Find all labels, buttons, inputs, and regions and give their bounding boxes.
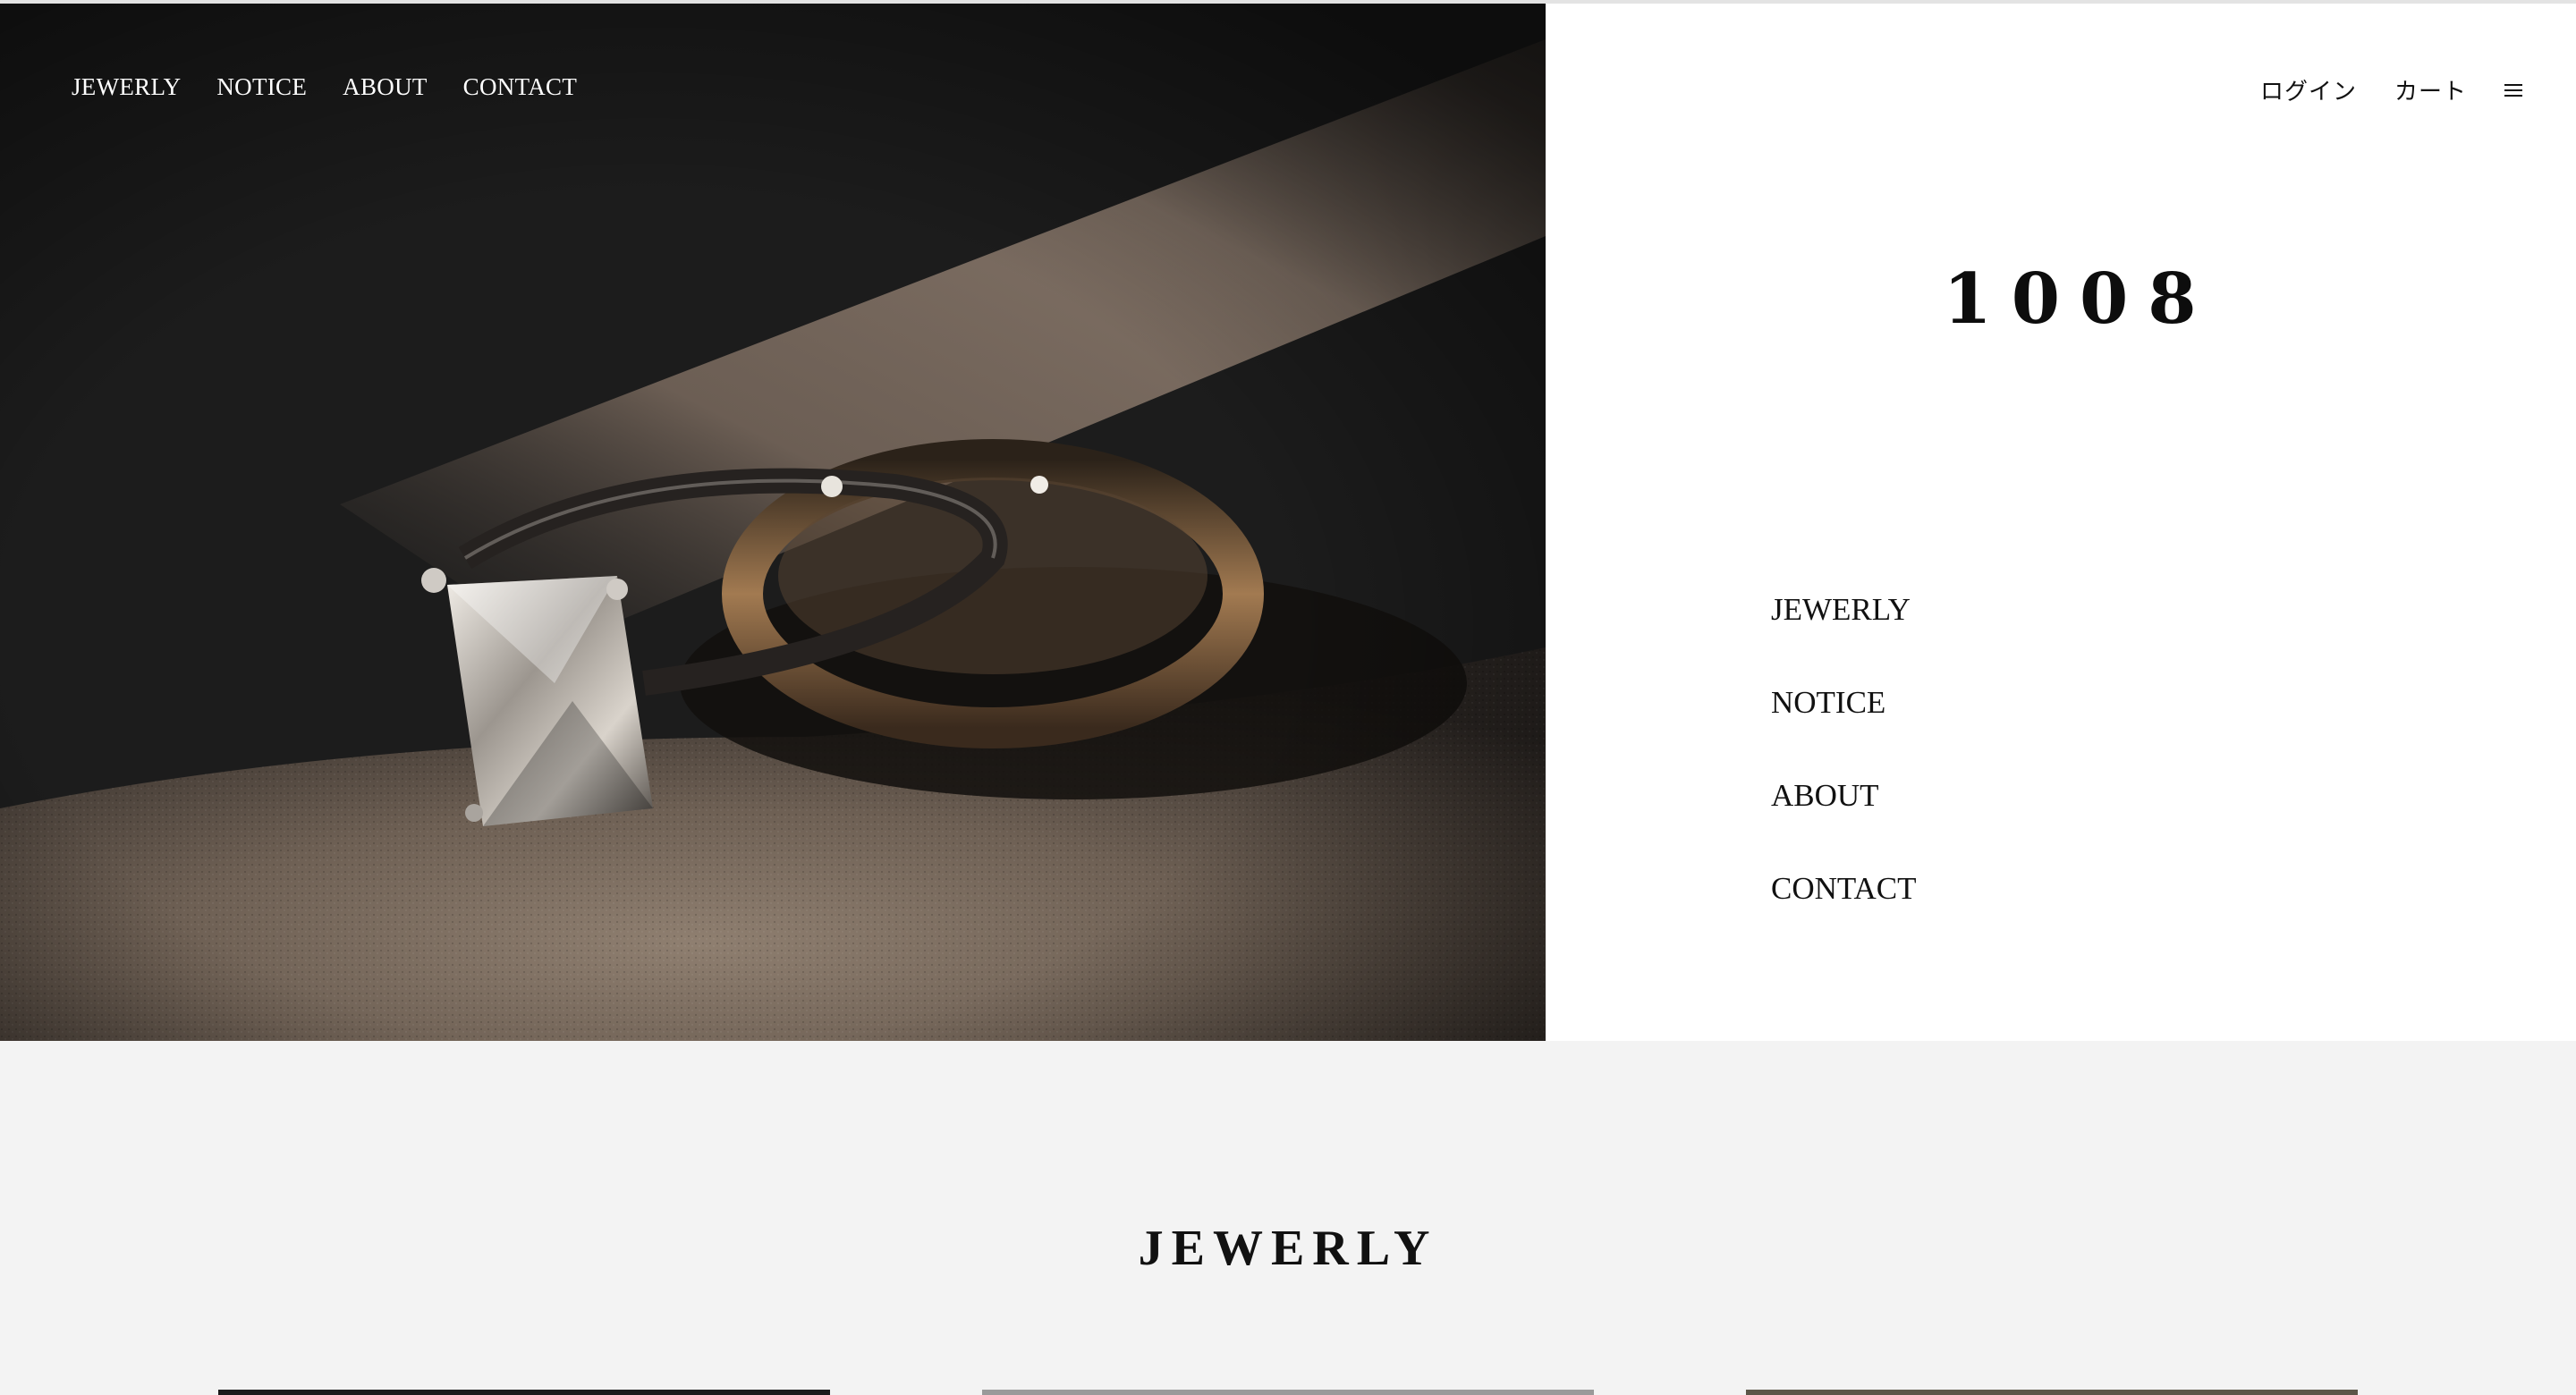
panel-nav: JEWERLY NOTICE ABOUT CONTACT xyxy=(1771,594,1916,905)
product-card[interactable] xyxy=(982,1390,1594,1395)
hero-image xyxy=(0,4,1546,1041)
hero: JEWERLY NOTICE ABOUT CONTACT ログイン カート 10… xyxy=(0,4,2576,1041)
cart-link[interactable]: カート xyxy=(2394,73,2467,106)
hero-nav-jewerly[interactable]: JEWERLY xyxy=(72,73,181,101)
panel-nav-jewerly[interactable]: JEWERLY xyxy=(1771,594,1916,626)
jewerly-section: JEWERLY xyxy=(0,1041,2576,1395)
panel-nav-notice[interactable]: NOTICE xyxy=(1771,687,1916,719)
section-title: JEWERLY xyxy=(1138,1221,1438,1276)
hero-nav: JEWERLY NOTICE ABOUT CONTACT xyxy=(72,73,577,101)
panel-nav-about[interactable]: ABOUT xyxy=(1771,780,1916,812)
product-card[interactable] xyxy=(218,1390,830,1395)
brand-logo[interactable]: 1008 xyxy=(1546,258,2576,340)
panel-nav-contact[interactable]: CONTACT xyxy=(1771,873,1916,905)
brand-panel: ログイン カート 1008 JEWERLY NOTICE ABOUT CONTA… xyxy=(1546,4,2576,1041)
hero-nav-notice[interactable]: NOTICE xyxy=(216,73,307,101)
hero-nav-about[interactable]: ABOUT xyxy=(343,73,428,101)
hero-nav-contact[interactable]: CONTACT xyxy=(463,73,577,101)
hamburger-menu-icon[interactable] xyxy=(2504,83,2522,97)
product-card[interactable] xyxy=(1746,1390,2358,1395)
ring-photo xyxy=(0,4,1546,1041)
login-link[interactable]: ログイン xyxy=(2260,73,2357,106)
utility-nav: ログイン カート xyxy=(2260,73,2522,106)
